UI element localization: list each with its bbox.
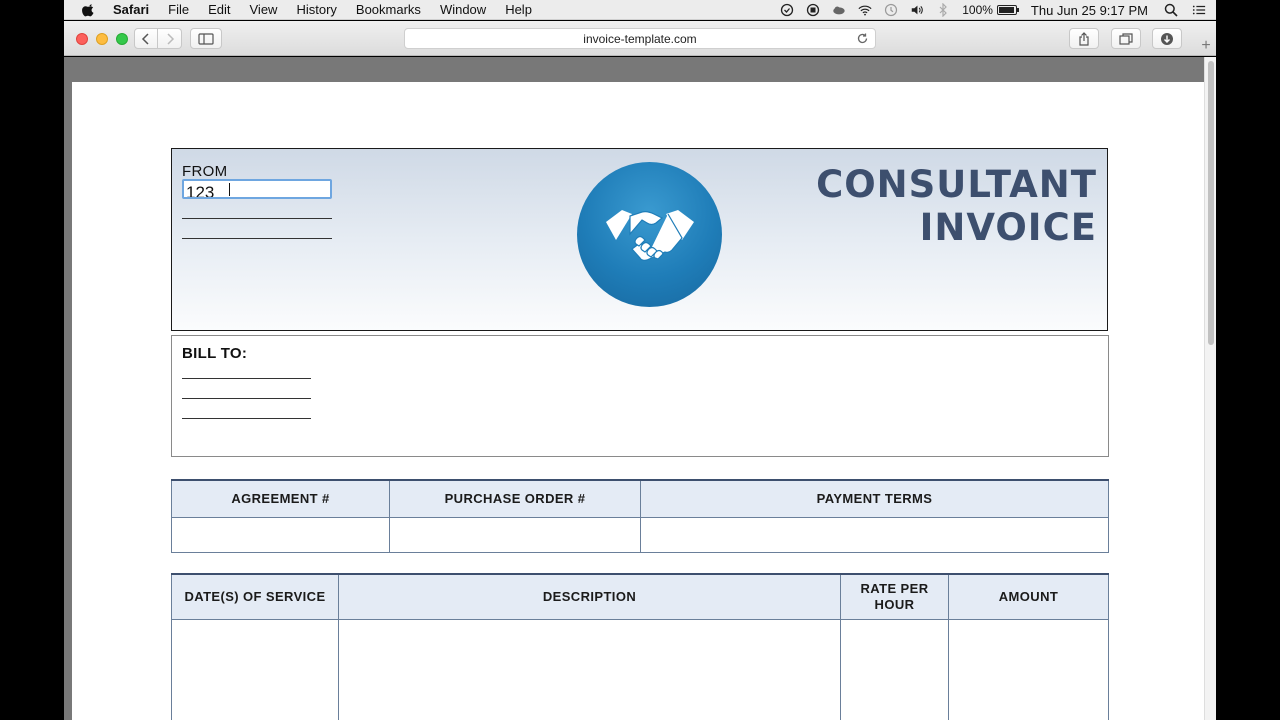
scrollbar-thumb[interactable]	[1208, 61, 1214, 345]
menu-history[interactable]: History	[296, 2, 336, 17]
browser-viewport: FROM 123 CONSULTANT INVOICE BILL TO: AGR…	[64, 57, 1216, 720]
new-tab-plus-icon[interactable]: +	[1196, 35, 1216, 57]
time-machine-icon[interactable]	[884, 3, 898, 17]
wifi-icon[interactable]	[858, 3, 872, 17]
record-icon[interactable]	[806, 3, 820, 17]
purchase-order-header: PURCHASE ORDER #	[389, 479, 641, 518]
agreement-number-header: AGREEMENT #	[171, 479, 390, 518]
share-button[interactable]	[1069, 28, 1099, 49]
terms-row	[171, 516, 1109, 553]
invoice-title-line-2: INVOICE	[919, 206, 1097, 249]
bill-to-label: BILL TO:	[182, 345, 248, 362]
apple-menu-icon[interactable]	[82, 3, 96, 17]
table-row	[171, 618, 1109, 720]
from-label: FROM	[182, 163, 228, 180]
terms-header-row: AGREEMENT # PURCHASE ORDER # PAYMENT TER…	[171, 479, 1109, 518]
share-icon	[1079, 31, 1089, 46]
downloads-button[interactable]	[1152, 28, 1182, 49]
amount-cell[interactable]	[948, 618, 1109, 720]
from-address-line-2[interactable]	[182, 218, 332, 219]
service-table: DATE(S) OF SERVICE DESCRIPTION RATE PER …	[171, 573, 1109, 720]
invoice-header: FROM 123 CONSULTANT INVOICE	[171, 148, 1108, 331]
rate-per-hour-cell[interactable]	[840, 618, 949, 720]
handshake-icon	[605, 209, 694, 261]
back-button[interactable]	[134, 28, 158, 49]
terms-table: AGREEMENT # PURCHASE ORDER # PAYMENT TER…	[171, 479, 1109, 553]
minimize-window-button[interactable]	[96, 33, 108, 45]
from-address-value: 123	[186, 183, 215, 199]
payment-terms-header: PAYMENT TERMS	[640, 479, 1109, 518]
invoice-title-line-1: CONSULTANT	[816, 163, 1097, 206]
bill-to-line-2[interactable]	[182, 398, 311, 399]
date-of-service-cell[interactable]	[171, 618, 339, 720]
menu-app-name[interactable]: Safari	[113, 2, 149, 17]
bill-to-line-3[interactable]	[182, 418, 311, 419]
sidebar-icon	[198, 32, 214, 45]
menu-file[interactable]: File	[168, 2, 189, 17]
agreement-number-cell[interactable]	[171, 516, 390, 553]
browser-toolbar: invoice-template.com +	[64, 21, 1216, 56]
menu-bar: Safari File Edit View History Bookmarks …	[64, 0, 1216, 20]
show-all-tabs-button[interactable]	[1111, 28, 1141, 49]
spotlight-search-icon[interactable]	[1164, 3, 1178, 17]
chevron-left-icon	[141, 32, 149, 45]
bluetooth-icon[interactable]	[936, 3, 950, 17]
battery-icon[interactable]	[996, 5, 1019, 15]
description-cell[interactable]	[338, 618, 841, 720]
tabs-icon	[1119, 32, 1133, 45]
cloud-icon[interactable]	[832, 3, 846, 17]
invoice-title: CONSULTANT INVOICE	[816, 163, 1097, 249]
from-address-line-3[interactable]	[182, 238, 332, 239]
sidebar-toggle-button[interactable]	[190, 28, 222, 49]
bill-to-line-1[interactable]	[182, 378, 311, 379]
service-header-row: DATE(S) OF SERVICE DESCRIPTION RATE PER …	[171, 573, 1109, 620]
forward-button[interactable]	[158, 28, 182, 49]
address-url: invoice-template.com	[583, 31, 697, 46]
menu-edit[interactable]: Edit	[208, 2, 230, 17]
from-address-input[interactable]: 123	[182, 179, 332, 199]
volume-icon[interactable]	[910, 3, 924, 17]
task-check-icon[interactable]	[780, 3, 794, 17]
zoom-window-button[interactable]	[116, 33, 128, 45]
date-of-service-header: DATE(S) OF SERVICE	[171, 573, 339, 620]
notification-center-icon[interactable]	[1192, 3, 1206, 17]
payment-terms-cell[interactable]	[640, 516, 1109, 553]
reload-icon[interactable]	[856, 32, 869, 45]
invoice-page: FROM 123 CONSULTANT INVOICE BILL TO: AGR…	[72, 82, 1204, 720]
menu-window[interactable]: Window	[440, 2, 486, 17]
rate-per-hour-header: RATE PER HOUR	[840, 573, 949, 620]
close-window-button[interactable]	[76, 33, 88, 45]
download-icon	[1161, 32, 1173, 45]
chevron-right-icon	[166, 32, 174, 45]
menu-help[interactable]: Help	[505, 2, 532, 17]
menu-clock[interactable]: Thu Jun 25 9:17 PM	[1031, 3, 1148, 18]
amount-header: AMOUNT	[948, 573, 1109, 620]
address-bar[interactable]: invoice-template.com	[404, 28, 876, 49]
text-caret	[229, 183, 230, 196]
battery-percent: 100%	[962, 3, 993, 17]
handshake-logo	[577, 162, 722, 307]
menu-view[interactable]: View	[250, 2, 278, 17]
bill-to-section: BILL TO:	[171, 335, 1109, 457]
vertical-scrollbar[interactable]	[1204, 57, 1216, 720]
menu-bookmarks[interactable]: Bookmarks	[356, 2, 421, 17]
purchase-order-cell[interactable]	[389, 516, 641, 553]
description-header: DESCRIPTION	[338, 573, 841, 620]
